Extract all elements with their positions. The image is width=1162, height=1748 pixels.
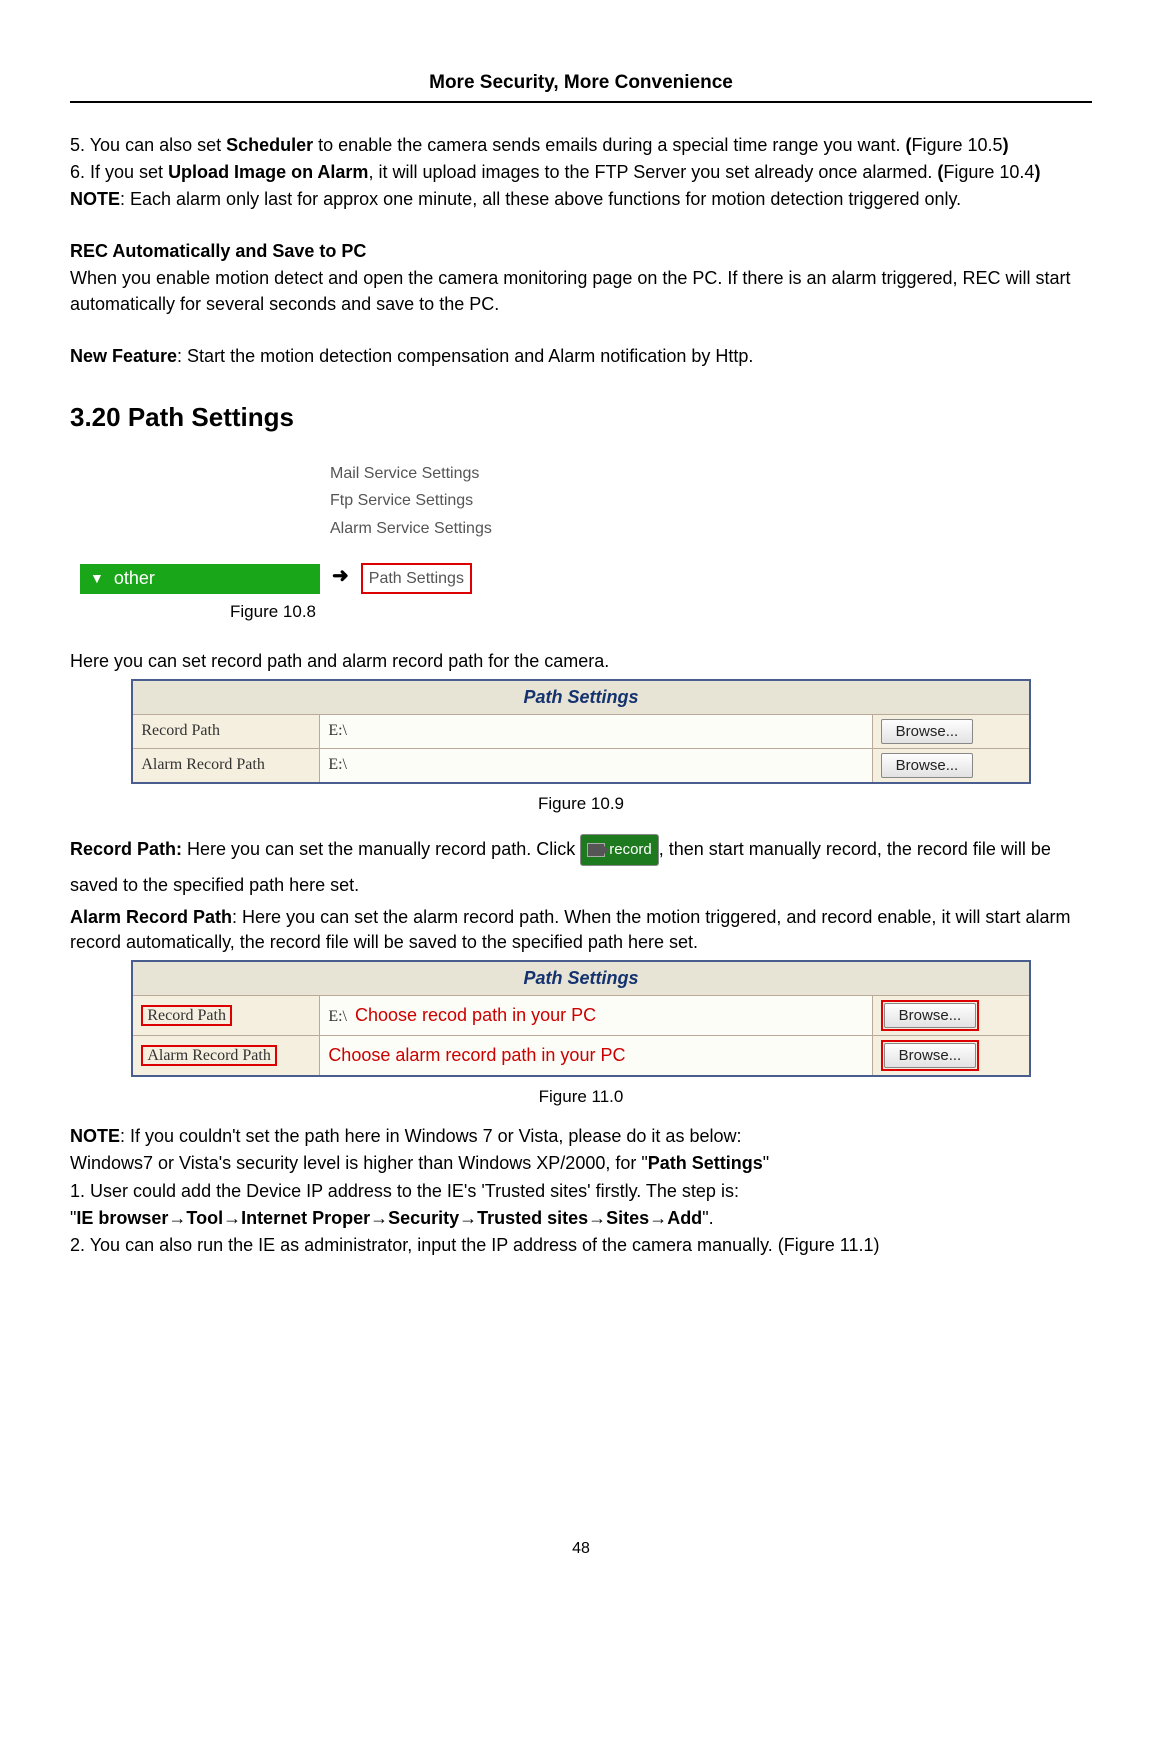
camera-icon: [587, 843, 605, 857]
record-button-label: record: [609, 835, 652, 865]
paragraph-note1: NOTE: Each alarm only last for approx on…: [70, 187, 1092, 212]
text: 5. You can also set: [70, 135, 226, 155]
table-row: Alarm Record Path Choose alarm record pa…: [132, 1036, 1029, 1077]
figure-10-8: Mail Service Settings Ftp Service Settin…: [70, 460, 1092, 623]
table-title: Path Settings: [132, 961, 1029, 996]
dropdown-other[interactable]: ▼ other: [80, 564, 320, 594]
page-header-title: More Security, More Convenience: [70, 70, 1092, 103]
text-bold: ): [1003, 135, 1009, 155]
text: to enable the camera sends emails during…: [313, 135, 905, 155]
paragraph-step2: 2. You can also run the IE as administra…: [70, 1233, 1092, 1258]
section-heading-path-settings: 3.20 Path Settings: [70, 399, 1092, 435]
paragraph-windows-note: Windows7 or Vista's security level is hi…: [70, 1151, 1092, 1176]
settings-menu-list: Mail Service Settings Ftp Service Settin…: [330, 460, 1092, 542]
text-bold: Scheduler: [226, 135, 313, 155]
path-settings-table-1: Path Settings Record Path E:\ Browse... …: [131, 679, 1030, 784]
menu-item-ftp[interactable]: Ftp Service Settings: [330, 487, 1092, 514]
browse-button[interactable]: Browse...: [884, 1003, 977, 1028]
paragraph-step1-path: "IE browser→Tool→Internet Proper→Securit…: [70, 1206, 1092, 1231]
text-bold: Record Path:: [70, 839, 187, 859]
text-bold: NOTE: [70, 1126, 120, 1146]
paragraph-rec: When you enable motion detect and open t…: [70, 266, 1092, 316]
browse-button[interactable]: Browse...: [881, 753, 974, 778]
chevron-down-icon: ▼: [80, 569, 114, 589]
text: , it will upload images to the FTP Serve…: [368, 162, 937, 182]
record-button[interactable]: record: [580, 834, 659, 866]
text-bold: ): [1034, 162, 1040, 182]
text: 6. If you set: [70, 162, 168, 182]
path-value: E:\: [328, 1008, 347, 1025]
table-row: Alarm Record Path E:\ Browse...: [132, 749, 1029, 784]
cell-label: Alarm Record Path: [132, 749, 320, 784]
annotation-text: Choose recod path in your PC: [355, 1005, 596, 1025]
browse-button[interactable]: Browse...: [884, 1043, 977, 1068]
text-bold: NOTE: [70, 189, 120, 209]
paragraph-step1: 1. User could add the Device IP address …: [70, 1179, 1092, 1204]
text: : Start the motion detection compensatio…: [177, 346, 753, 366]
path-settings-table-2: Path Settings Record Path E:\ Choose rec…: [131, 960, 1030, 1077]
text: Figure 10.5: [912, 135, 1003, 155]
paragraph-record-path: Record Path: Here you can set the manual…: [70, 831, 1092, 903]
paragraph-newfeature: New Feature: Start the motion detection …: [70, 344, 1092, 369]
figure-caption-10-9: Figure 10.9: [70, 792, 1092, 816]
cell-label: Record Path: [132, 715, 320, 749]
text: Figure 10.4: [943, 162, 1034, 182]
cell-path: Choose alarm record path in your PC: [320, 1036, 872, 1077]
cell-label-highlight: Alarm Record Path: [141, 1045, 277, 1066]
cell-path: E:\ Choose recod path in your PC: [320, 996, 872, 1036]
browse-button[interactable]: Browse...: [881, 719, 974, 744]
text-bold: Alarm Record Path: [70, 907, 232, 927]
menu-item-alarm[interactable]: Alarm Service Settings: [330, 515, 1092, 542]
paragraph-step6: 6. If you set Upload Image on Alarm, it …: [70, 160, 1092, 185]
text-bold: Upload Image on Alarm: [168, 162, 368, 182]
paragraph-step5: 5. You can also set Scheduler to enable …: [70, 133, 1092, 158]
annotation-text: Choose alarm record path in your PC: [328, 1045, 625, 1065]
menu-item-mail[interactable]: Mail Service Settings: [330, 460, 1092, 487]
dropdown-label: other: [114, 566, 155, 591]
menu-item-path-settings-highlighted[interactable]: Path Settings: [361, 563, 472, 594]
paragraph-intro-10-9: Here you can set record path and alarm r…: [70, 649, 1092, 674]
page-number: 48: [70, 1538, 1092, 1560]
cell-path: E:\: [320, 715, 872, 749]
text: ": [763, 1153, 769, 1173]
cell-label-highlight: Record Path: [141, 1005, 232, 1026]
figure-caption-10-8: Figure 10.8: [230, 600, 1092, 624]
table-row: Record Path E:\ Browse...: [132, 715, 1029, 749]
table-title: Path Settings: [132, 680, 1029, 715]
text: : Each alarm only last for approx one mi…: [120, 189, 961, 209]
text-bold: IE browser→Tool→Internet Proper→Security…: [76, 1208, 702, 1228]
text-bold: Path Settings: [648, 1153, 763, 1173]
text: : If you couldn't set the path here in W…: [120, 1126, 741, 1146]
arrow-right-icon: ➜: [328, 562, 353, 594]
subheading-rec: REC Automatically and Save to PC: [70, 239, 1092, 264]
paragraph-alarm-record-path: Alarm Record Path: Here you can set the …: [70, 905, 1092, 955]
text-bold: New Feature: [70, 346, 177, 366]
figure-caption-11-0: Figure 11.0: [70, 1085, 1092, 1109]
paragraph-note2: NOTE: If you couldn't set the path here …: [70, 1124, 1092, 1149]
text: ".: [702, 1208, 713, 1228]
text: Here you can set the manually record pat…: [187, 839, 575, 859]
text: Windows7 or Vista's security level is hi…: [70, 1153, 648, 1173]
cell-path: E:\: [320, 749, 872, 784]
table-row: Record Path E:\ Choose recod path in you…: [132, 996, 1029, 1036]
